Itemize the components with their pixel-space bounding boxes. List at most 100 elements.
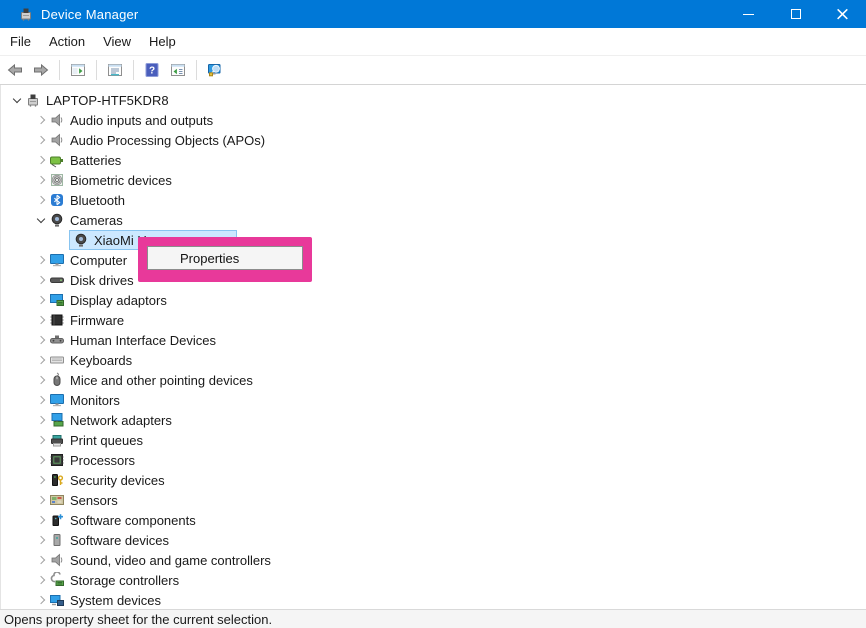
chevron-right-icon[interactable] bbox=[33, 537, 49, 543]
mouse-icon bbox=[49, 372, 65, 388]
chevron-right-icon[interactable] bbox=[33, 317, 49, 323]
tree-item[interactable]: Computer bbox=[1, 250, 866, 270]
tree-item[interactable]: Print queues bbox=[1, 430, 866, 450]
chevron-right-icon[interactable] bbox=[33, 157, 49, 163]
tree-item-label: Bluetooth bbox=[70, 193, 129, 208]
chevron-right-icon[interactable] bbox=[33, 357, 49, 363]
software-device-icon bbox=[49, 532, 65, 548]
tree-item[interactable]: LAPTOP-HTF5KDR8 bbox=[1, 90, 866, 110]
tree-item-label: Cameras bbox=[70, 213, 127, 228]
chevron-right-icon[interactable] bbox=[33, 257, 49, 263]
tree-item-label: Biometric devices bbox=[70, 173, 176, 188]
tree-item[interactable]: Sound, video and game controllers bbox=[1, 550, 866, 570]
speaker-icon bbox=[49, 112, 65, 128]
tree-item[interactable]: Software devices bbox=[1, 530, 866, 550]
chevron-right-icon[interactable] bbox=[33, 337, 49, 343]
show-console-tree-button[interactable] bbox=[66, 58, 90, 82]
tree-item-label: Disk drives bbox=[70, 273, 138, 288]
processor-chip-icon bbox=[49, 452, 65, 468]
tree-item-label: Processors bbox=[70, 453, 139, 468]
webcam-icon bbox=[73, 232, 89, 248]
chevron-right-icon[interactable] bbox=[33, 277, 49, 283]
tree-item-label: LAPTOP-HTF5KDR8 bbox=[46, 93, 173, 108]
tree-item[interactable]: System devices bbox=[1, 590, 866, 609]
system-devices-icon bbox=[49, 592, 65, 608]
chevron-right-icon[interactable] bbox=[33, 117, 49, 123]
action-pane-button[interactable] bbox=[166, 58, 190, 82]
chevron-right-icon[interactable] bbox=[33, 137, 49, 143]
tree-item[interactable]: Biometric devices bbox=[1, 170, 866, 190]
chevron-right-icon[interactable] bbox=[33, 377, 49, 383]
menu-help[interactable]: Help bbox=[140, 28, 185, 55]
tree-item[interactable]: Keyboards bbox=[1, 350, 866, 370]
context-menu-item-properties[interactable]: Properties bbox=[148, 251, 302, 266]
minimize-button[interactable] bbox=[725, 0, 772, 28]
tree-item[interactable]: XiaoMi U bbox=[1, 230, 866, 250]
scan-hardware-button[interactable] bbox=[203, 58, 227, 82]
tree-item[interactable]: Software components bbox=[1, 510, 866, 530]
device-tree: LAPTOP-HTF5KDR8 Audio inputs and outputs A… bbox=[0, 85, 866, 609]
nav-forward-button[interactable] bbox=[29, 58, 53, 82]
bluetooth-icon bbox=[49, 192, 65, 208]
maximize-button[interactable] bbox=[772, 0, 819, 28]
toolbar-separator bbox=[196, 60, 197, 80]
properties-list-button[interactable] bbox=[103, 58, 127, 82]
tree-item-label: Audio Processing Objects (APOs) bbox=[70, 133, 269, 148]
chevron-right-icon[interactable] bbox=[33, 577, 49, 583]
context-menu: Properties bbox=[147, 246, 303, 270]
menu-action[interactable]: Action bbox=[40, 28, 94, 55]
status-bar: Opens property sheet for the current sel… bbox=[0, 609, 866, 628]
tree-item-label: Audio inputs and outputs bbox=[70, 113, 217, 128]
chevron-right-icon[interactable] bbox=[33, 437, 49, 443]
tree-item[interactable]: Mice and other pointing devices bbox=[1, 370, 866, 390]
properties-list-icon bbox=[107, 62, 123, 78]
tree-item[interactable]: Sensors bbox=[1, 490, 866, 510]
chevron-down-icon[interactable] bbox=[9, 99, 25, 102]
tree-item[interactable]: Audio Processing Objects (APOs) bbox=[1, 130, 866, 150]
help-button[interactable]: ? bbox=[140, 58, 164, 82]
tree-item[interactable]: Human Interface Devices bbox=[1, 330, 866, 350]
tree-item[interactable]: Disk drives bbox=[1, 270, 866, 290]
tree-item[interactable]: Processors bbox=[1, 450, 866, 470]
tree-item[interactable]: Monitors bbox=[1, 390, 866, 410]
tree-item[interactable]: Audio inputs and outputs bbox=[1, 110, 866, 130]
close-button[interactable]: × bbox=[819, 0, 866, 28]
webcam-icon bbox=[49, 212, 65, 228]
tree-item[interactable]: Network adapters bbox=[1, 410, 866, 430]
toolbar-separator bbox=[133, 60, 134, 80]
chevron-right-icon[interactable] bbox=[33, 397, 49, 403]
chevron-right-icon[interactable] bbox=[33, 297, 49, 303]
tree-item[interactable]: Cameras bbox=[1, 210, 866, 230]
chevron-right-icon[interactable] bbox=[33, 517, 49, 523]
speaker-icon bbox=[49, 552, 65, 568]
chevron-right-icon[interactable] bbox=[33, 197, 49, 203]
window-controls: × bbox=[725, 0, 866, 28]
tree-item[interactable]: Display adaptors bbox=[1, 290, 866, 310]
menu-file[interactable]: File bbox=[1, 28, 40, 55]
tree-item[interactable]: Firmware bbox=[1, 310, 866, 330]
show-console-tree-icon bbox=[70, 62, 86, 78]
chevron-right-icon[interactable] bbox=[33, 497, 49, 503]
tree-item-label: Network adapters bbox=[70, 413, 176, 428]
monitor-icon bbox=[49, 392, 65, 408]
tree-item[interactable]: Bluetooth bbox=[1, 190, 866, 210]
chevron-right-icon[interactable] bbox=[33, 557, 49, 563]
scan-hardware-icon bbox=[207, 62, 223, 78]
tree-item[interactable]: Storage controllers bbox=[1, 570, 866, 590]
menu-view[interactable]: View bbox=[94, 28, 140, 55]
chevron-right-icon[interactable] bbox=[33, 477, 49, 483]
sensor-grid-icon bbox=[49, 492, 65, 508]
chevron-down-icon[interactable] bbox=[33, 219, 49, 222]
svg-text:?: ? bbox=[149, 66, 155, 77]
chevron-right-icon[interactable] bbox=[33, 597, 49, 603]
tree-item[interactable]: Batteries bbox=[1, 150, 866, 170]
monitor-icon bbox=[49, 252, 65, 268]
nav-back-icon bbox=[7, 62, 23, 78]
tree-item-label: Software components bbox=[70, 513, 200, 528]
chevron-right-icon[interactable] bbox=[33, 177, 49, 183]
tree-item-label: System devices bbox=[70, 593, 165, 608]
chevron-right-icon[interactable] bbox=[33, 457, 49, 463]
tree-item[interactable]: Security devices bbox=[1, 470, 866, 490]
nav-back-button[interactable] bbox=[3, 58, 27, 82]
chevron-right-icon[interactable] bbox=[33, 417, 49, 423]
